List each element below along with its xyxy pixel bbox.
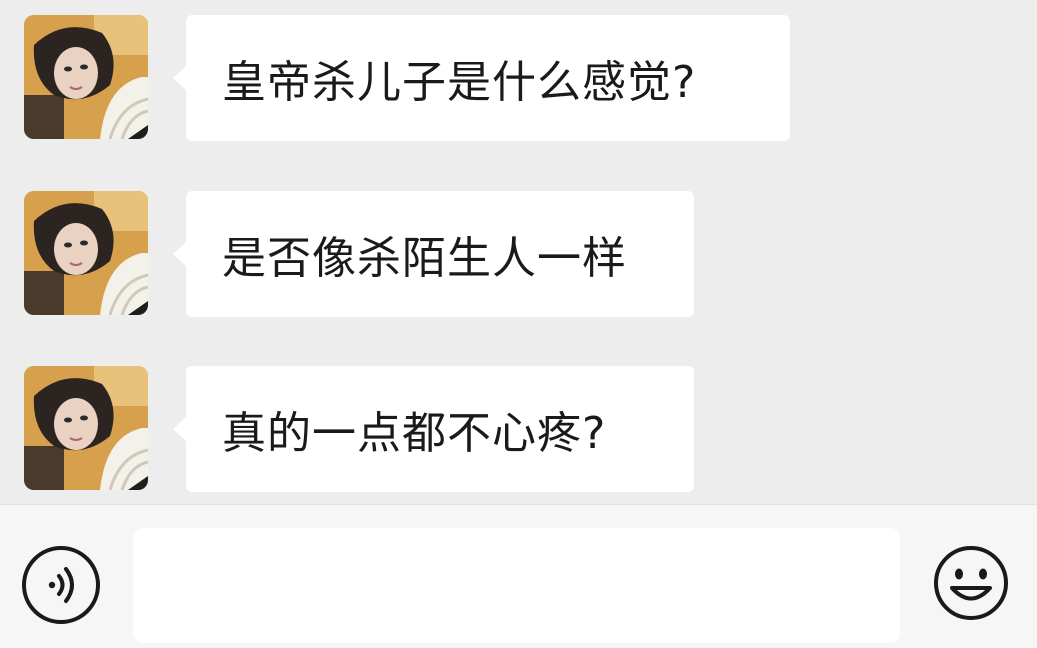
message-bubble[interactable]: 真的一点都不心疼? <box>173 366 694 492</box>
sender-avatar[interactable] <box>24 366 148 490</box>
chat-message-area: 皇帝杀儿子是什么感觉? 是否像杀陌生人一样 真的一点都不心疼? <box>0 0 1037 504</box>
chat-input-bar <box>0 504 1037 648</box>
message-row: 皇帝杀儿子是什么感觉? <box>0 0 1037 141</box>
message-text: 是否像杀陌生人一样 <box>222 233 627 284</box>
message-text: 皇帝杀儿子是什么感觉? <box>222 57 697 108</box>
message-row: 真的一点都不心疼? <box>0 351 1037 492</box>
smiley-face-icon <box>934 546 1008 620</box>
avatar-photo-icon <box>24 366 148 490</box>
voice-button[interactable] <box>22 546 100 624</box>
avatar-photo-icon <box>24 15 148 139</box>
message-text: 真的一点都不心疼? <box>222 408 607 459</box>
voice-icon <box>48 567 74 603</box>
message-input[interactable] <box>133 528 900 643</box>
emoji-button[interactable] <box>931 543 1011 623</box>
message-bubble[interactable]: 皇帝杀儿子是什么感觉? <box>173 15 790 141</box>
sender-avatar[interactable] <box>24 191 148 315</box>
message-bubble[interactable]: 是否像杀陌生人一样 <box>173 191 694 317</box>
sender-avatar[interactable] <box>24 15 148 139</box>
message-row: 是否像杀陌生人一样 <box>0 176 1037 317</box>
avatar-photo-icon <box>24 191 148 315</box>
